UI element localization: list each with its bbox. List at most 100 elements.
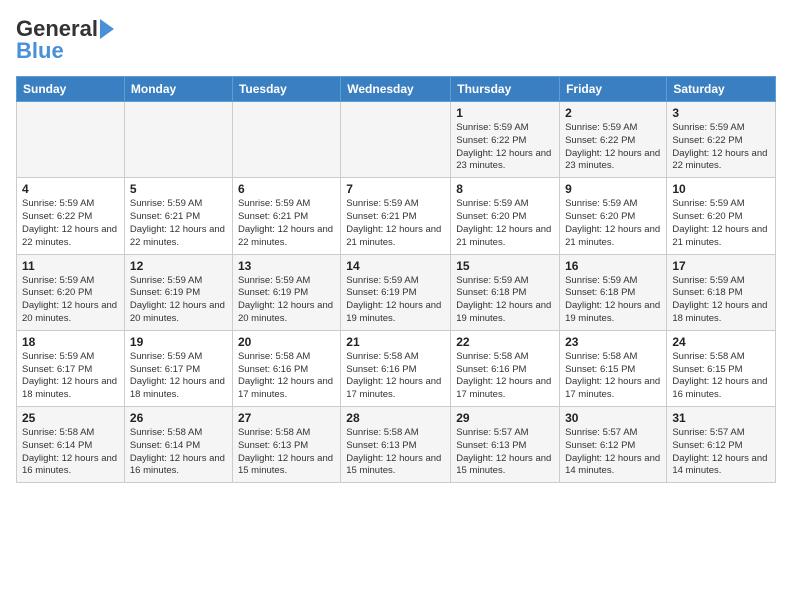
calendar-header: SundayMondayTuesdayWednesdayThursdayFrid… bbox=[17, 77, 776, 102]
logo-arrow-icon bbox=[100, 19, 114, 39]
calendar-cell: 2 Sunrise: 5:59 AM Sunset: 6:22 PM Daylig… bbox=[560, 102, 667, 178]
page-header: General Blue bbox=[16, 16, 776, 64]
weekday-header-row: SundayMondayTuesdayWednesdayThursdayFrid… bbox=[17, 77, 776, 102]
day-info: Sunrise: 5:59 AM Sunset: 6:18 PM Dayligh… bbox=[672, 275, 770, 326]
day-info: Sunrise: 5:59 AM Sunset: 6:17 PM Dayligh… bbox=[22, 351, 119, 402]
calendar-cell: 9 Sunrise: 5:59 AM Sunset: 6:20 PM Daylig… bbox=[560, 178, 667, 254]
calendar-cell: 30 Sunrise: 5:57 AM Sunset: 6:12 PM Dayli… bbox=[560, 407, 667, 483]
weekday-header-wednesday: Wednesday bbox=[341, 77, 451, 102]
day-number: 5 bbox=[130, 182, 227, 196]
day-number: 12 bbox=[130, 259, 227, 273]
day-info: Sunrise: 5:58 AM Sunset: 6:16 PM Dayligh… bbox=[346, 351, 445, 402]
day-number: 15 bbox=[456, 259, 554, 273]
calendar-cell: 8 Sunrise: 5:59 AM Sunset: 6:20 PM Daylig… bbox=[451, 178, 560, 254]
calendar-cell: 11 Sunrise: 5:59 AM Sunset: 6:20 PM Dayli… bbox=[17, 254, 125, 330]
calendar-cell: 15 Sunrise: 5:59 AM Sunset: 6:18 PM Dayli… bbox=[451, 254, 560, 330]
day-number: 30 bbox=[565, 411, 661, 425]
calendar-cell: 21 Sunrise: 5:58 AM Sunset: 6:16 PM Dayli… bbox=[341, 330, 451, 406]
calendar-cell: 16 Sunrise: 5:59 AM Sunset: 6:18 PM Dayli… bbox=[560, 254, 667, 330]
calendar-week-row: 25 Sunrise: 5:58 AM Sunset: 6:14 PM Dayli… bbox=[17, 407, 776, 483]
day-info: Sunrise: 5:59 AM Sunset: 6:21 PM Dayligh… bbox=[346, 198, 445, 249]
calendar-cell: 18 Sunrise: 5:59 AM Sunset: 6:17 PM Dayli… bbox=[17, 330, 125, 406]
day-info: Sunrise: 5:59 AM Sunset: 6:19 PM Dayligh… bbox=[238, 275, 335, 326]
calendar-cell: 12 Sunrise: 5:59 AM Sunset: 6:19 PM Dayli… bbox=[124, 254, 232, 330]
day-info: Sunrise: 5:58 AM Sunset: 6:13 PM Dayligh… bbox=[238, 427, 335, 478]
day-number: 8 bbox=[456, 182, 554, 196]
calendar-week-row: 1 Sunrise: 5:59 AM Sunset: 6:22 PM Daylig… bbox=[17, 102, 776, 178]
day-number: 16 bbox=[565, 259, 661, 273]
day-info: Sunrise: 5:59 AM Sunset: 6:22 PM Dayligh… bbox=[672, 122, 770, 173]
calendar-cell: 23Sunrise: 5:58 AM Sunset: 6:15 PM Dayli… bbox=[560, 330, 667, 406]
day-info: Sunrise: 5:59 AM Sunset: 6:20 PM Dayligh… bbox=[456, 198, 554, 249]
calendar-cell: 6Sunrise: 5:59 AM Sunset: 6:21 PM Daylig… bbox=[232, 178, 340, 254]
calendar-cell: 13Sunrise: 5:59 AM Sunset: 6:19 PM Dayli… bbox=[232, 254, 340, 330]
day-info: Sunrise: 5:59 AM Sunset: 6:19 PM Dayligh… bbox=[130, 275, 227, 326]
day-number: 9 bbox=[565, 182, 661, 196]
day-number: 27 bbox=[238, 411, 335, 425]
day-info: Sunrise: 5:58 AM Sunset: 6:16 PM Dayligh… bbox=[456, 351, 554, 402]
day-number: 1 bbox=[456, 106, 554, 120]
day-info: Sunrise: 5:57 AM Sunset: 6:12 PM Dayligh… bbox=[565, 427, 661, 478]
calendar-cell: 22 Sunrise: 5:58 AM Sunset: 6:16 PM Dayli… bbox=[451, 330, 560, 406]
day-info: Sunrise: 5:59 AM Sunset: 6:20 PM Dayligh… bbox=[565, 198, 661, 249]
day-info: Sunrise: 5:57 AM Sunset: 6:12 PM Dayligh… bbox=[672, 427, 770, 478]
day-number: 22 bbox=[456, 335, 554, 349]
day-info: Sunrise: 5:58 AM Sunset: 6:15 PM Dayligh… bbox=[672, 351, 770, 402]
day-info: Sunrise: 5:59 AM Sunset: 6:20 PM Dayligh… bbox=[672, 198, 770, 249]
day-info: Sunrise: 5:59 AM Sunset: 6:19 PM Dayligh… bbox=[346, 275, 445, 326]
day-number: 29 bbox=[456, 411, 554, 425]
day-number: 26 bbox=[130, 411, 227, 425]
calendar-cell: 14 Sunrise: 5:59 AM Sunset: 6:19 PM Dayli… bbox=[341, 254, 451, 330]
day-info: Sunrise: 5:58 AM Sunset: 6:14 PM Dayligh… bbox=[22, 427, 119, 478]
calendar-cell: 4Sunrise: 5:59 AM Sunset: 6:22 PM Daylig… bbox=[17, 178, 125, 254]
logo: General Blue bbox=[16, 16, 114, 64]
weekday-header-sunday: Sunday bbox=[17, 77, 125, 102]
day-number: 2 bbox=[565, 106, 661, 120]
day-number: 19 bbox=[130, 335, 227, 349]
day-number: 31 bbox=[672, 411, 770, 425]
day-info: Sunrise: 5:59 AM Sunset: 6:21 PM Dayligh… bbox=[238, 198, 335, 249]
calendar-cell bbox=[124, 102, 232, 178]
day-info: Sunrise: 5:59 AM Sunset: 6:18 PM Dayligh… bbox=[565, 275, 661, 326]
day-info: Sunrise: 5:58 AM Sunset: 6:14 PM Dayligh… bbox=[130, 427, 227, 478]
day-info: Sunrise: 5:58 AM Sunset: 6:15 PM Dayligh… bbox=[565, 351, 661, 402]
calendar-cell: 27 Sunrise: 5:58 AM Sunset: 6:13 PM Dayli… bbox=[232, 407, 340, 483]
day-number: 20 bbox=[238, 335, 335, 349]
day-number: 18 bbox=[22, 335, 119, 349]
day-number: 3 bbox=[672, 106, 770, 120]
calendar-cell: 31 Sunrise: 5:57 AM Sunset: 6:12 PM Dayli… bbox=[667, 407, 776, 483]
weekday-header-saturday: Saturday bbox=[667, 77, 776, 102]
calendar-cell: 28Sunrise: 5:58 AM Sunset: 6:13 PM Dayli… bbox=[341, 407, 451, 483]
day-number: 24 bbox=[672, 335, 770, 349]
day-number: 10 bbox=[672, 182, 770, 196]
day-info: Sunrise: 5:59 AM Sunset: 6:17 PM Dayligh… bbox=[130, 351, 227, 402]
logo-text-blue: Blue bbox=[16, 38, 64, 64]
weekday-header-tuesday: Tuesday bbox=[232, 77, 340, 102]
calendar-cell: 19 Sunrise: 5:59 AM Sunset: 6:17 PM Dayli… bbox=[124, 330, 232, 406]
day-number: 14 bbox=[346, 259, 445, 273]
calendar-cell: 24 Sunrise: 5:58 AM Sunset: 6:15 PM Dayli… bbox=[667, 330, 776, 406]
day-info: Sunrise: 5:59 AM Sunset: 6:21 PM Dayligh… bbox=[130, 198, 227, 249]
day-number: 21 bbox=[346, 335, 445, 349]
calendar-cell bbox=[17, 102, 125, 178]
calendar-cell: 1Sunrise: 5:59 AM Sunset: 6:22 PM Daylig… bbox=[451, 102, 560, 178]
day-info: Sunrise: 5:59 AM Sunset: 6:18 PM Dayligh… bbox=[456, 275, 554, 326]
calendar-week-row: 18 Sunrise: 5:59 AM Sunset: 6:17 PM Dayli… bbox=[17, 330, 776, 406]
calendar-cell: 26 Sunrise: 5:58 AM Sunset: 6:14 PM Dayli… bbox=[124, 407, 232, 483]
day-info: Sunrise: 5:59 AM Sunset: 6:22 PM Dayligh… bbox=[22, 198, 119, 249]
day-info: Sunrise: 5:59 AM Sunset: 6:22 PM Dayligh… bbox=[565, 122, 661, 173]
calendar-week-row: 4Sunrise: 5:59 AM Sunset: 6:22 PM Daylig… bbox=[17, 178, 776, 254]
day-number: 17 bbox=[672, 259, 770, 273]
day-info: Sunrise: 5:59 AM Sunset: 6:20 PM Dayligh… bbox=[22, 275, 119, 326]
day-number: 11 bbox=[22, 259, 119, 273]
calendar-cell: 25 Sunrise: 5:58 AM Sunset: 6:14 PM Dayli… bbox=[17, 407, 125, 483]
calendar-cell: 10 Sunrise: 5:59 AM Sunset: 6:20 PM Dayli… bbox=[667, 178, 776, 254]
day-number: 7 bbox=[346, 182, 445, 196]
day-number: 25 bbox=[22, 411, 119, 425]
calendar-week-row: 11 Sunrise: 5:59 AM Sunset: 6:20 PM Dayli… bbox=[17, 254, 776, 330]
day-info: Sunrise: 5:58 AM Sunset: 6:13 PM Dayligh… bbox=[346, 427, 445, 478]
weekday-header-thursday: Thursday bbox=[451, 77, 560, 102]
calendar-body: 1 Sunrise: 5:59 AM Sunset: 6:22 PM Daylig… bbox=[17, 102, 776, 483]
day-info: Sunrise: 5:58 AM Sunset: 6:16 PM Dayligh… bbox=[238, 351, 335, 402]
calendar-cell: 17 Sunrise: 5:59 AM Sunset: 6:18 PM Dayli… bbox=[667, 254, 776, 330]
